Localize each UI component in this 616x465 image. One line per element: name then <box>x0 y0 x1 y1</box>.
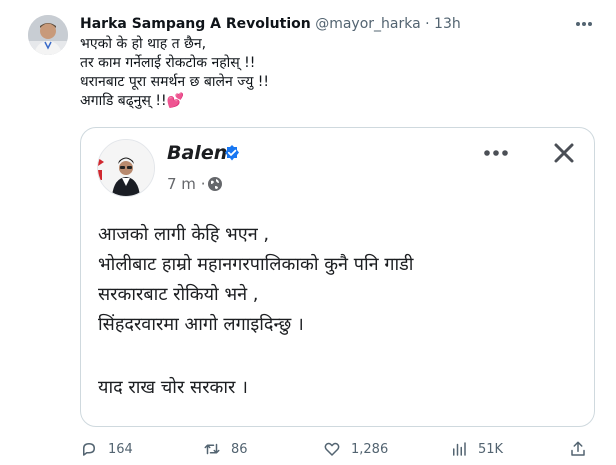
tweet-text-line: अगाडि बढ्नुस् !!💕 <box>80 92 600 111</box>
author-handle[interactable]: @mayor_harka <box>315 16 420 32</box>
quoted-text-line: आजको लागी केहि भएन , <box>98 224 270 245</box>
quoted-text-line: सिंहदरवारमा आगो लगाइदिन्छु । <box>98 314 304 335</box>
retweet-button[interactable]: 86 <box>203 438 248 460</box>
reply-button[interactable]: 164 <box>80 438 133 460</box>
share-button[interactable] <box>569 438 597 460</box>
quoted-author-name: Balen <box>167 142 228 164</box>
quoted-text-line: सरकारबाट रोकियो भने , <box>98 284 259 305</box>
tweet-time[interactable]: 13h <box>434 16 461 32</box>
more-horizontal-icon[interactable] <box>572 15 596 33</box>
views-button[interactable]: 51K <box>450 438 503 460</box>
author-avatar[interactable] <box>28 15 68 55</box>
quoted-post-card[interactable]: Balen 7 m · आजको लागी केहि भएन , भोलीबाट… <box>80 127 595 427</box>
views-count: 51K <box>478 441 504 457</box>
tweet-text-line: धरानबाट पूरा समर्थन छ बालेन ज्यु !! <box>80 74 270 90</box>
quoted-post-text: आजको लागी केहि भएन , भोलीबाट हाम्रो महान… <box>98 220 578 403</box>
globe-icon <box>208 177 222 191</box>
like-button[interactable]: 1,286 <box>323 438 388 460</box>
views-icon <box>453 442 466 456</box>
tweet-text-line-content: अगाडि बढ्नुस् !! <box>80 93 167 109</box>
tweet-text: भएको के हो थाह त छैन, तर काम गर्नेलाई रो… <box>80 35 600 111</box>
quoted-time-value: 7 m <box>167 175 196 193</box>
share-icon <box>571 441 585 456</box>
retweet-count: 86 <box>231 441 248 457</box>
two-hearts-emoji: 💕 <box>166 93 184 109</box>
close-icon <box>554 143 574 163</box>
tweet-actions: 164 86 1,286 51K <box>80 438 610 460</box>
reply-icon <box>83 443 95 456</box>
like-icon <box>324 442 340 456</box>
quoted-author-avatar <box>97 139 155 197</box>
quoted-author-avatar-image <box>98 140 154 196</box>
retweet-icon <box>204 443 220 455</box>
tweet-text-line: तर काम गर्नेलाई रोकटोक नहोस् !! <box>80 55 256 71</box>
verified-badge-icon <box>225 145 239 161</box>
quoted-text-final-line: याद राख चोर सरकार । <box>98 377 248 398</box>
author-avatar-image <box>28 15 68 55</box>
tweet-header: Harka Sampang A Revolution @mayor_harka … <box>80 14 610 34</box>
quoted-time-separator: · <box>200 175 206 193</box>
reply-count: 164 <box>108 441 133 457</box>
time-separator: · <box>425 16 430 32</box>
like-count: 1,286 <box>351 441 389 457</box>
quoted-more-horizontal-icon <box>484 150 508 156</box>
tweet-text-line: भएको के हो थाह त छैन, <box>80 36 207 52</box>
quoted-post-time: 7 m · <box>167 174 206 194</box>
author-name[interactable]: Harka Sampang A Revolution <box>80 16 311 32</box>
quoted-text-line: भोलीबाट हाम्रो महानगरपालिकाको कुनै पनि ग… <box>98 254 414 275</box>
quoted-text-spacer <box>98 340 578 373</box>
